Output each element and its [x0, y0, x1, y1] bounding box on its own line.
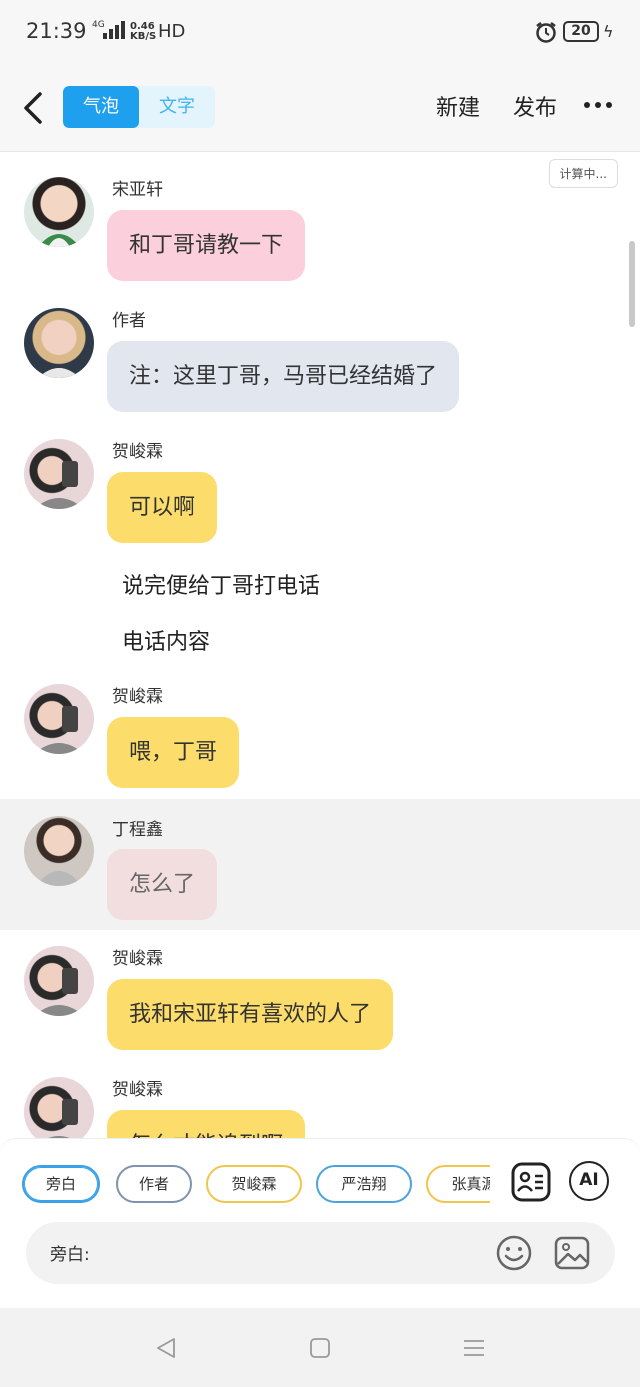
role-chip-yanhaoxiang[interactable]: 严浩翔 [316, 1165, 412, 1203]
avatar-hejunlin[interactable] [24, 1077, 94, 1138]
charging-icon: ϟ [603, 22, 614, 41]
avatar-hejunlin[interactable] [24, 684, 94, 754]
nav-home-icon[interactable] [308, 1336, 332, 1360]
message-bubble[interactable]: 注：这里丁哥，马哥已经结婚了 [107, 341, 460, 412]
emoji-icon[interactable] [495, 1234, 533, 1272]
chat-message[interactable]: 贺峻霖 怎么才能追到啊 [0, 1071, 640, 1138]
role-chip-zhangzhenyuan[interactable]: 张真源 [426, 1165, 490, 1203]
image-icon[interactable] [553, 1234, 591, 1272]
tab-bubble[interactable]: 气泡 [63, 86, 139, 128]
message-bubble[interactable]: 喂，丁哥 [107, 717, 240, 788]
role-chip-hejunlin[interactable]: 贺峻霖 [206, 1165, 302, 1203]
more-dots-icon[interactable] [584, 102, 612, 108]
avatar-hejunlin[interactable] [24, 439, 94, 509]
role-chip-narrator[interactable]: 旁白 [22, 1165, 100, 1203]
role-card-icon[interactable] [510, 1161, 552, 1203]
speaker-name: 作者 [112, 311, 146, 331]
message-input-bar[interactable]: 旁白: [26, 1222, 615, 1284]
ai-button[interactable]: AI [569, 1161, 609, 1201]
editor-header: 气泡 文字 新建 发布 [0, 64, 640, 152]
chat-list[interactable]: 计算中... 宋亚轩 和丁哥请教一下 作者 注：这里丁哥，马哥已经结婚了 贺峻霖… [0, 153, 640, 1138]
status-time: 21:39 [26, 19, 87, 43]
chat-message[interactable]: 贺峻霖 喂，丁哥 [0, 678, 640, 793]
role-chip-author[interactable]: 作者 [116, 1165, 192, 1203]
chat-message-selected[interactable]: 丁程鑫 怎么了 [0, 799, 640, 930]
signal-icon [103, 21, 125, 39]
speaker-name: 丁程鑫 [112, 820, 163, 840]
input-role-prefix: 旁白: [50, 1245, 90, 1265]
speaker-name: 贺峻霖 [112, 949, 163, 969]
chat-message[interactable]: 贺峻霖 可以啊 [0, 433, 640, 548]
narration-text[interactable]: 说完便给丁哥打电话 [122, 568, 320, 600]
publish-button[interactable]: 发布 [513, 90, 557, 122]
net-speed: 0.46 KB/S [130, 22, 156, 42]
speaker-name: 贺峻霖 [112, 1080, 163, 1100]
speaker-name: 贺峻霖 [112, 442, 163, 462]
system-nav-bar [0, 1308, 640, 1387]
status-bar: 21:39 4G 0.46 KB/S HD 20 ϟ [0, 0, 640, 64]
mode-switch: 气泡 文字 [63, 86, 215, 128]
narration-text[interactable]: 电话内容 [122, 624, 210, 656]
net-speed-unit: KB/S [130, 31, 157, 42]
message-bubble[interactable]: 怎么了 [107, 849, 218, 920]
role-selector[interactable]: 旁白 作者 贺峻霖 严浩翔 张真源 [22, 1165, 490, 1203]
tab-text[interactable]: 文字 [139, 86, 215, 128]
message-bubble[interactable]: 我和宋亚轩有喜欢的人了 [107, 979, 394, 1050]
new-button[interactable]: 新建 [436, 90, 480, 122]
composer-panel: 旁白 作者 贺峻霖 严浩翔 张真源 AI 旁白: [0, 1138, 640, 1308]
speaker-name: 宋亚轩 [112, 180, 163, 200]
battery-indicator: 20 [563, 21, 599, 42]
avatar-dingchengxin[interactable] [24, 816, 94, 886]
message-bubble[interactable]: 可以啊 [107, 472, 218, 543]
hd-indicator: HD [158, 21, 186, 42]
message-bubble[interactable]: 和丁哥请教一下 [107, 210, 306, 281]
nav-back-icon[interactable] [154, 1336, 178, 1360]
avatar-hejunlin[interactable] [24, 946, 94, 1016]
back-arrow-icon[interactable] [18, 88, 48, 128]
avatar-author[interactable] [24, 308, 94, 378]
alarm-icon [536, 22, 556, 43]
chat-message[interactable]: 贺峻霖 我和宋亚轩有喜欢的人了 [0, 940, 640, 1055]
speaker-name: 贺峻霖 [112, 687, 163, 707]
message-bubble[interactable]: 怎么才能追到啊 [107, 1110, 306, 1138]
avatar-songyaxuan[interactable] [24, 177, 94, 247]
chat-message[interactable]: 作者 注：这里丁哥，马哥已经结婚了 [0, 302, 640, 417]
message-input[interactable] [106, 1236, 486, 1270]
nav-menu-icon[interactable] [462, 1336, 486, 1360]
chat-message[interactable]: 宋亚轩 和丁哥请教一下 [0, 171, 640, 286]
